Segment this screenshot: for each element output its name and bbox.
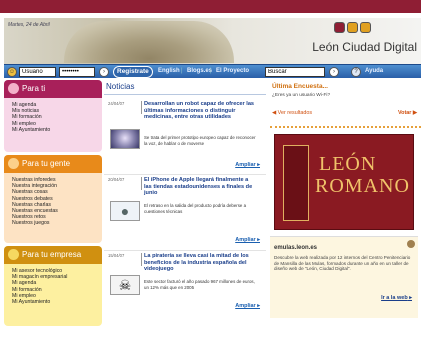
- poll-question: ¿Eres ya un usuario Wi-Fi?: [272, 93, 331, 98]
- nav-link-english[interactable]: English: [158, 68, 180, 74]
- header-logo-dots: [334, 22, 371, 33]
- news-headline[interactable]: Desarrollan un robot capaz de ofrecer la…: [144, 101, 256, 121]
- news-summary: El retraso en la salida del producto pod…: [144, 203, 247, 214]
- box-para-tu-empresa: Para tu empresa Mi asesor tecnológico Mi…: [4, 246, 102, 326]
- people-icon: [8, 158, 19, 169]
- box-list: Nuestras inforedes Nuestra integración N…: [4, 173, 102, 232]
- box-header: Para tu gente: [4, 155, 102, 173]
- person-icon: [8, 83, 19, 94]
- box-para-ti: Para ti Mi agenda Mis noticias Mi formac…: [4, 80, 102, 152]
- search-input[interactable]: [265, 67, 325, 77]
- header: Martes, 24 de Abril León Ciudad Digital: [4, 18, 421, 64]
- leon-romano-banner[interactable]: LEÓN ROMANO: [274, 134, 414, 230]
- header-date: Martes, 24 de Abril: [8, 22, 50, 28]
- news-summary: Se trata del primer prototipo europeo ca…: [144, 135, 256, 146]
- register-button[interactable]: Registrate: [113, 66, 153, 78]
- box-title: Para tu empresa: [22, 250, 82, 259]
- box-list: Mi agenda Mis noticias Mi formación Mi e…: [4, 98, 102, 138]
- nav-link-proyecto[interactable]: El Proyecto: [216, 68, 249, 74]
- news-headline[interactable]: La piratería se lleva casi la mitad de l…: [144, 253, 256, 273]
- emulas-box: emulas.leon.es Descubre la web realizada…: [270, 236, 418, 318]
- robot-thumbnail[interactable]: [110, 129, 140, 149]
- news-date: 15/04/07: [108, 253, 125, 258]
- nav-separator: |: [210, 68, 212, 74]
- news-separator: [141, 253, 142, 266]
- emulas-title: emulas.leon.es: [274, 245, 318, 251]
- box-para-tu-gente: Para tu gente Nuestras inforedes Nuestra…: [4, 155, 102, 243]
- sidebar-item[interactable]: Mi Ayuntamiento: [12, 127, 97, 133]
- poll-vote-label: Votar: [397, 110, 412, 116]
- poll-vote-link[interactable]: Votar ▶: [398, 110, 417, 116]
- nav-separator: |: [181, 68, 183, 74]
- emulas-text: Descubre la web realizada por 12 interno…: [274, 255, 411, 272]
- emulas-link[interactable]: Ir a la web ▸: [381, 295, 412, 301]
- poll-results-link[interactable]: ◀ Ver resultados: [272, 110, 312, 116]
- logo-dot-icon: [347, 22, 358, 33]
- help-link[interactable]: Ayuda: [365, 68, 383, 74]
- logo-dot-icon: [360, 22, 371, 33]
- sidebar-item[interactable]: Nuestros juegos: [12, 220, 97, 226]
- news-item: 24/04/07 Desarrollan un robot capaz de o…: [104, 99, 266, 175]
- page: Martes, 24 de Abril León Ciudad Digital …: [4, 18, 421, 358]
- sidebar-item[interactable]: Mi Ayuntamiento: [12, 299, 97, 305]
- news-more-link[interactable]: Ampliar ▸: [235, 303, 260, 309]
- nav-link-blogs[interactable]: Blogs.es: [187, 68, 212, 74]
- news-title: Noticias: [104, 80, 266, 95]
- banner-line2: ROMANO: [315, 175, 410, 197]
- badge-icon: [407, 240, 415, 248]
- news-date: 24/04/07: [108, 101, 125, 106]
- box-list: Mi asesor tecnológico Mi magacín empresa…: [4, 264, 102, 310]
- briefcase-icon: [8, 249, 19, 260]
- right-column: Última Encuesta... ¿Eres ya un usuario W…: [270, 80, 421, 318]
- password-input[interactable]: [59, 67, 95, 77]
- header-photo: [64, 21, 234, 63]
- news-headline[interactable]: El iPhone de Apple llegará finalmente a …: [144, 177, 256, 197]
- box-header: Para ti: [4, 80, 102, 98]
- poll-box: Última Encuesta... ¿Eres ya un usuario W…: [270, 80, 421, 128]
- left-sidebar: Para ti Mi agenda Mis noticias Mi formac…: [4, 80, 102, 329]
- site-title: León Ciudad Digital: [312, 40, 417, 54]
- news-date: 20/04/07: [108, 177, 125, 182]
- apple-logo-thumbnail[interactable]: ●: [110, 201, 140, 221]
- news-item: 15/04/07 La piratería se lleva casi la m…: [104, 251, 266, 327]
- box-header: Para tu empresa: [4, 246, 102, 264]
- user-icon: ☺: [7, 67, 17, 77]
- news-item: 20/04/07 El iPhone de Apple llegará fina…: [104, 175, 266, 251]
- go-button[interactable]: ›: [99, 67, 109, 77]
- news-more-link[interactable]: Ampliar ▸: [235, 162, 260, 168]
- banner-line1: LEÓN: [319, 153, 377, 175]
- poll-title: Última Encuesta...: [272, 83, 328, 90]
- help-icon: ?: [351, 67, 361, 77]
- user-input[interactable]: [19, 67, 56, 77]
- search-button[interactable]: ›: [329, 67, 339, 77]
- news-separator: [141, 177, 142, 190]
- nav-bar: ☺ › Registrate English | Blogs.es | El P…: [4, 64, 421, 78]
- logo-dot-icon: [334, 22, 345, 33]
- box-title: Para tu gente: [22, 159, 71, 168]
- skull-thumbnail[interactable]: ☠: [110, 275, 140, 295]
- emulas-link-label: Ir a la web: [381, 295, 408, 301]
- top-bar: [0, 0, 421, 13]
- poll-results-label: Ver resultados: [277, 110, 313, 116]
- news-summary: Este sector facturó el año pasado 967 mi…: [144, 279, 255, 290]
- news-separator: [141, 101, 142, 114]
- news-more-link[interactable]: Ampliar ▸: [235, 237, 260, 243]
- roman-soldier-icon: [283, 145, 309, 221]
- box-title: Para ti: [22, 84, 46, 93]
- news-column: Noticias 24/04/07 Desarrollan un robot c…: [104, 80, 266, 327]
